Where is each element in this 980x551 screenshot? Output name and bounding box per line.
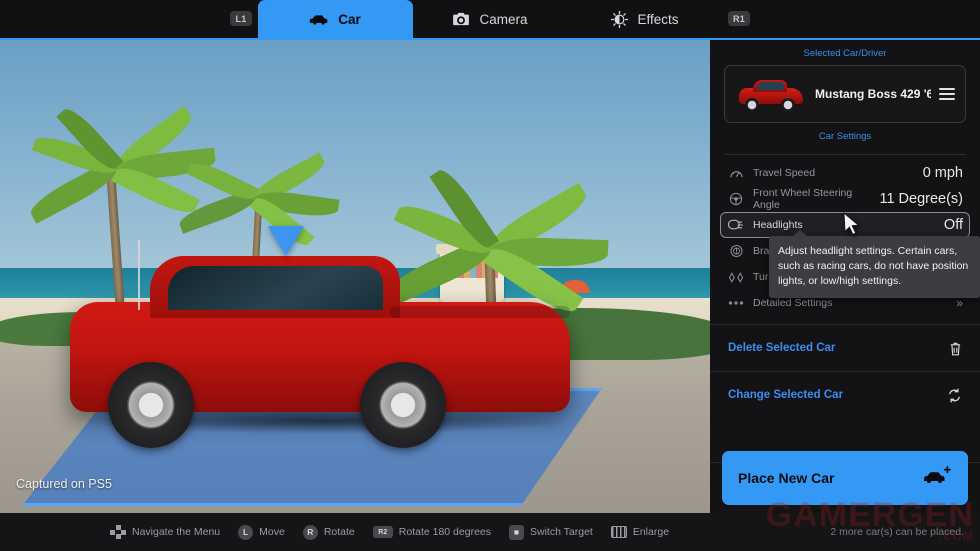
car-antenna [138, 240, 140, 310]
action-divider-mid [710, 371, 980, 372]
delete-selected-car-label: Delete Selected Car [728, 342, 836, 354]
car-windshield [168, 266, 383, 310]
ellipsis-icon [727, 295, 745, 311]
placement-arrow-icon [268, 226, 304, 256]
settings-divider [724, 154, 966, 155]
selected-car-card[interactable]: Mustang Boss 429 '69 [724, 65, 966, 123]
shoulder-button-l1[interactable]: L1 [230, 11, 252, 26]
setting-label-steering-angle: Front Wheel Steering Angle [753, 187, 853, 211]
car-icon [309, 13, 329, 26]
turn-signal-icon [727, 269, 745, 285]
shoulder-button-r1[interactable]: R1 [728, 11, 750, 26]
tab-camera-label: Camera [479, 11, 528, 27]
setting-row-steering-angle[interactable]: Front Wheel Steering Angle 11 Degree(s) [720, 186, 970, 212]
mouse-cursor [843, 211, 860, 242]
tab-car-label: Car [338, 11, 361, 27]
car-thumbnail [735, 74, 807, 114]
hint-navigate-the-menu: Navigate the Menu [110, 525, 220, 539]
tab-effects[interactable]: Effects [568, 0, 723, 38]
tab-list: Car Camera Effects [257, 0, 723, 38]
bottom-control-bar: Navigate the Menu L Move R Rotate R2 Rot… [0, 513, 980, 551]
capture-label: Captured on PS5 [16, 477, 112, 491]
headlights-tooltip: Adjust headlight settings. Certain cars,… [769, 230, 980, 298]
setting-value-detailed-settings: » [956, 296, 963, 310]
tab-camera[interactable]: Camera [413, 0, 568, 38]
top-tab-bar: L1 Car Camera Effects R1 [0, 0, 980, 38]
steering-wheel-icon [727, 191, 745, 207]
placed-car-mustang[interactable] [60, 240, 580, 460]
action-divider-top [710, 324, 980, 325]
selected-car-name: Mustang Boss 429 '69 [815, 87, 931, 101]
brake-light-icon [727, 243, 745, 259]
swap-icon [947, 387, 962, 403]
change-selected-car-button[interactable]: Change Selected Car [720, 380, 970, 410]
hint-enlarge: Enlarge [610, 526, 670, 538]
setting-value-headlights: Off [943, 217, 963, 233]
car-settings-heading: Car Settings [818, 131, 872, 142]
brightness-icon [611, 10, 629, 28]
car-wheel-front [360, 362, 446, 448]
hint-label-rotate-180: Rotate 180 degrees [398, 526, 491, 538]
selected-car-heading: Selected Car/Driver [803, 48, 887, 59]
hint-move: L Move [238, 524, 285, 540]
hint-label-switch-target: Switch Target [530, 526, 593, 538]
dpad-icon [110, 525, 126, 539]
tab-effects-label: Effects [637, 11, 679, 27]
hint-switch-target: ■ Switch Target [509, 524, 593, 540]
car-wheel-rear [108, 362, 194, 448]
hamburger-icon[interactable] [939, 88, 955, 100]
right-settings-panel: Selected Car/Driver Mustang Boss 429 '69… [710, 38, 980, 513]
square-button-icon: ■ [509, 524, 524, 540]
place-new-car-label: Place New Car [738, 470, 835, 486]
hint-label-rotate: Rotate [323, 526, 355, 538]
trash-icon [949, 341, 962, 356]
change-selected-car-label: Change Selected Car [728, 389, 844, 401]
setting-row-travel-speed[interactable]: Travel Speed 0 mph [720, 160, 970, 186]
camera-icon [452, 12, 470, 26]
control-hint-list: Navigate the Menu L Move R Rotate R2 Rot… [110, 524, 670, 540]
add-car-icon [922, 465, 952, 491]
r2-button-icon: R2 [372, 526, 393, 538]
right-stick-icon: R [302, 524, 318, 540]
left-stick-icon: L [238, 524, 254, 540]
setting-value-steering-angle: 11 Degree(s) [879, 191, 963, 207]
place-new-car-button[interactable]: Place New Car [722, 451, 968, 505]
hint-label-navigate: Navigate the Menu [132, 526, 221, 538]
setting-label-travel-speed: Travel Speed [753, 167, 816, 179]
keyboard-icon [610, 526, 627, 538]
tab-car[interactable]: Car [257, 0, 413, 38]
setting-value-travel-speed: 0 mph [922, 165, 963, 181]
delete-selected-car-button[interactable]: Delete Selected Car [720, 333, 970, 363]
app-root: L1 Car Camera Effects R1 Captured on PS5… [0, 0, 980, 551]
hint-rotate: R Rotate [302, 524, 355, 540]
speedometer-icon [727, 165, 745, 181]
setting-label-detailed-settings: Detailed Settings [753, 297, 833, 309]
hint-rotate-180: R2 Rotate 180 degrees [372, 526, 491, 538]
photo-viewport[interactable]: Captured on PS5 [0, 38, 710, 513]
hint-label-enlarge: Enlarge [632, 526, 670, 538]
car-hood-stripe [390, 306, 570, 318]
hint-label-move: Move [259, 526, 285, 538]
headlight-icon [727, 217, 745, 233]
placeable-cars-status: 2 more car(s) can be placed. [830, 526, 964, 538]
